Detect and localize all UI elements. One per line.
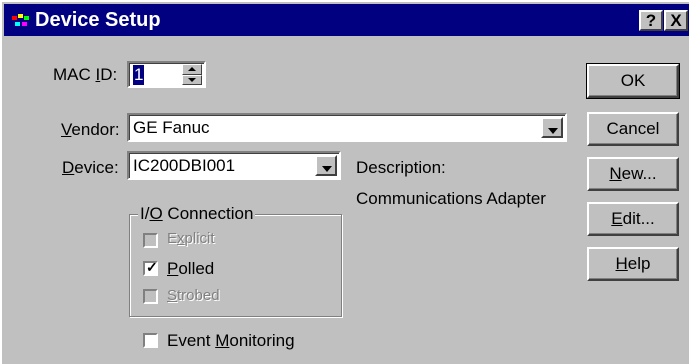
io-connection-title: I/O Connection [138,204,256,224]
chevron-down-icon [322,166,332,172]
explicit-label: Explicit [167,230,215,247]
close-title-button[interactable]: X [664,10,688,31]
mac-id-spinner[interactable]: 1 [127,61,206,88]
checkmark-icon: ✓ [146,259,158,275]
polled-checkbox[interactable]: ✓ [143,259,158,276]
explicit-checkbox[interactable] [143,233,158,248]
strobed-label: Strobed [167,287,220,304]
io-connection-group [129,214,342,317]
spin-up-button[interactable] [182,64,202,75]
description-value: Communications Adapter [356,189,546,208]
device-dropdown-button[interactable] [315,155,337,176]
arrow-down-icon [188,78,196,82]
app-icon [12,14,29,26]
mac-id-label: MAC ID: [53,65,118,84]
edit-button[interactable]: Edit... [587,202,679,236]
ok-button[interactable]: OK [586,63,680,99]
window-title: Device Setup [35,9,161,31]
new-button[interactable]: New... [587,157,679,191]
description-label: Description: [356,158,446,177]
device-label: Device: [62,158,119,177]
title-bar[interactable]: Device Setup ? X [4,4,689,36]
help-title-button[interactable]: ? [639,10,663,31]
cancel-button[interactable]: Cancel [587,112,679,146]
vendor-combobox[interactable]: GE Fanuc [127,113,567,142]
device-setup-dialog: Device Setup ? X MAC ID: 1 Vendor: GE Fa… [0,0,689,364]
vendor-value: GE Fanuc [133,118,210,137]
vendor-label: Vendor: [61,120,120,139]
mac-id-value[interactable]: 1 [133,65,145,85]
device-combobox[interactable]: IC200DBI001 [127,151,341,180]
event-monitoring-label: Event Monitoring [167,331,295,350]
spin-down-button[interactable] [182,75,202,85]
vendor-dropdown-button[interactable] [541,117,563,138]
help-button[interactable]: Help [587,247,679,281]
chevron-down-icon [548,128,558,134]
polled-label: Polled [167,259,215,278]
device-value: IC200DBI001 [133,156,236,175]
event-monitoring-checkbox[interactable] [143,333,158,348]
strobed-checkbox[interactable] [143,289,158,304]
arrow-up-icon [188,67,196,71]
